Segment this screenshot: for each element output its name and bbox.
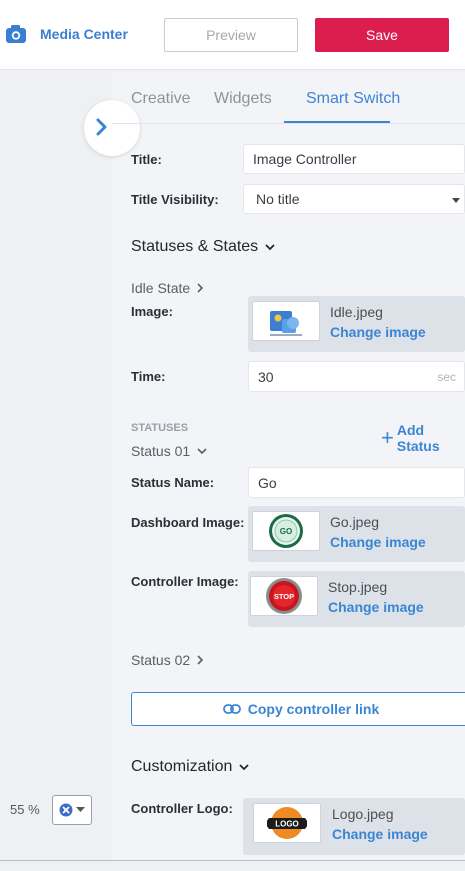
- status-name-value: Go: [258, 474, 277, 491]
- preview-button[interactable]: Preview: [164, 18, 298, 52]
- stop-button-icon: STOP: [266, 578, 302, 614]
- controller-logo-label: Controller Logo:: [131, 801, 233, 816]
- logo-image-thumbnail: LOGO: [253, 803, 321, 843]
- time-input[interactable]: 30 sec: [248, 361, 465, 392]
- save-button[interactable]: Save: [315, 18, 449, 52]
- idle-image-filename: Idle.jpeg: [330, 304, 383, 320]
- bottom-divider: [0, 860, 465, 861]
- chevron-right-icon: [197, 655, 204, 665]
- camera-icon: [6, 25, 26, 43]
- collapse-panel-button[interactable]: [84, 100, 140, 156]
- chevron-down-icon: [239, 763, 250, 770]
- chevron-right-icon: [96, 118, 107, 136]
- status-01-toggle[interactable]: Status 01: [131, 443, 207, 459]
- idle-change-image-link[interactable]: Change image: [330, 324, 426, 340]
- dashboard-change-image-link[interactable]: Change image: [330, 534, 426, 550]
- canvas-area: [0, 71, 112, 871]
- idle-image-thumbnail: [252, 301, 320, 341]
- controller-image-label: Controller Image:: [131, 574, 239, 589]
- plus-icon: +: [381, 425, 394, 450]
- tab-widgets[interactable]: Widgets: [214, 90, 272, 108]
- time-input-value: 30: [258, 368, 274, 385]
- customization-toggle[interactable]: Customization: [131, 758, 250, 776]
- top-bar: Media Center Preview Save: [0, 0, 465, 70]
- dashboard-image-label: Dashboard Image:: [131, 515, 245, 530]
- status-name-input[interactable]: Go: [248, 467, 465, 498]
- title-label: Title:: [131, 152, 162, 167]
- chevron-down-icon: [197, 447, 207, 454]
- go-badge-text: GO: [280, 527, 292, 536]
- dashboard-image-card: GO Go.jpeg Change image: [248, 506, 465, 562]
- controller-image-thumbnail: STOP: [250, 576, 318, 616]
- copy-controller-link-button[interactable]: Copy controller link: [131, 692, 465, 726]
- title-input[interactable]: Image Controller: [243, 144, 465, 174]
- dashboard-image-filename: Go.jpeg: [330, 514, 380, 530]
- controller-change-image-link[interactable]: Change image: [328, 599, 424, 615]
- tab-creative[interactable]: Creative: [131, 90, 191, 108]
- media-center-link[interactable]: Media Center: [5, 24, 128, 44]
- add-status-label: Add Status: [396, 422, 440, 454]
- logo-image-filename: Logo.jpeg: [332, 806, 394, 822]
- title-visibility-label: Title Visibility:: [131, 192, 219, 207]
- copy-controller-link-label: Copy controller link: [247, 701, 380, 717]
- active-tab-indicator: [284, 121, 390, 123]
- status-01-label: Status 01: [131, 443, 191, 459]
- logo-badge-icon: LOGO: [267, 807, 307, 839]
- go-button-icon: GO: [269, 514, 303, 548]
- chevron-down-icon: [265, 243, 275, 250]
- fit-to-screen-icon: [59, 803, 73, 817]
- add-status-button[interactable]: + Add Status: [381, 422, 465, 454]
- logo-change-image-link[interactable]: Change image: [332, 826, 428, 842]
- idle-state-toggle[interactable]: Idle State: [131, 280, 204, 296]
- stop-badge-text: STOP: [274, 592, 294, 601]
- title-input-value: Image Controller: [253, 151, 357, 167]
- caret-down-icon: [76, 807, 85, 812]
- status-02-label: Status 02: [131, 652, 191, 668]
- dropdown-caret-icon: [452, 198, 460, 203]
- media-center-label: Media Center: [40, 26, 128, 42]
- link-icon: [222, 704, 241, 714]
- tabs-divider: [112, 123, 465, 124]
- time-unit: sec: [437, 369, 456, 384]
- statuses-states-heading: Statuses & States: [131, 238, 259, 255]
- image-label: Image:: [131, 304, 173, 319]
- zoom-level: 55 %: [10, 802, 40, 817]
- title-visibility-select[interactable]: No title: [243, 184, 465, 214]
- statuses-caption: STATUSES: [131, 422, 189, 434]
- idle-image-card: Idle.jpeg Change image: [248, 296, 465, 352]
- image-placeholder-icon: [270, 311, 302, 336]
- status-02-toggle[interactable]: Status 02: [131, 652, 204, 668]
- zoom-dropdown[interactable]: [52, 795, 92, 825]
- controller-image-card: STOP Stop.jpeg Change image: [248, 571, 465, 627]
- logo-image-card: LOGO Logo.jpeg Change image: [243, 798, 465, 855]
- time-label: Time:: [131, 369, 166, 384]
- logo-badge-text: LOGO: [275, 820, 299, 829]
- idle-state-label: Idle State: [131, 280, 191, 296]
- customization-heading: Customization: [131, 758, 233, 775]
- statuses-states-toggle[interactable]: Statuses & States: [131, 238, 275, 256]
- chevron-right-icon: [197, 283, 204, 293]
- title-visibility-value: No title: [256, 191, 300, 207]
- status-name-label: Status Name:: [131, 475, 215, 490]
- dashboard-image-thumbnail: GO: [252, 511, 320, 551]
- tab-smart-switch[interactable]: Smart Switch: [306, 90, 400, 108]
- controller-image-filename: Stop.jpeg: [328, 579, 388, 595]
